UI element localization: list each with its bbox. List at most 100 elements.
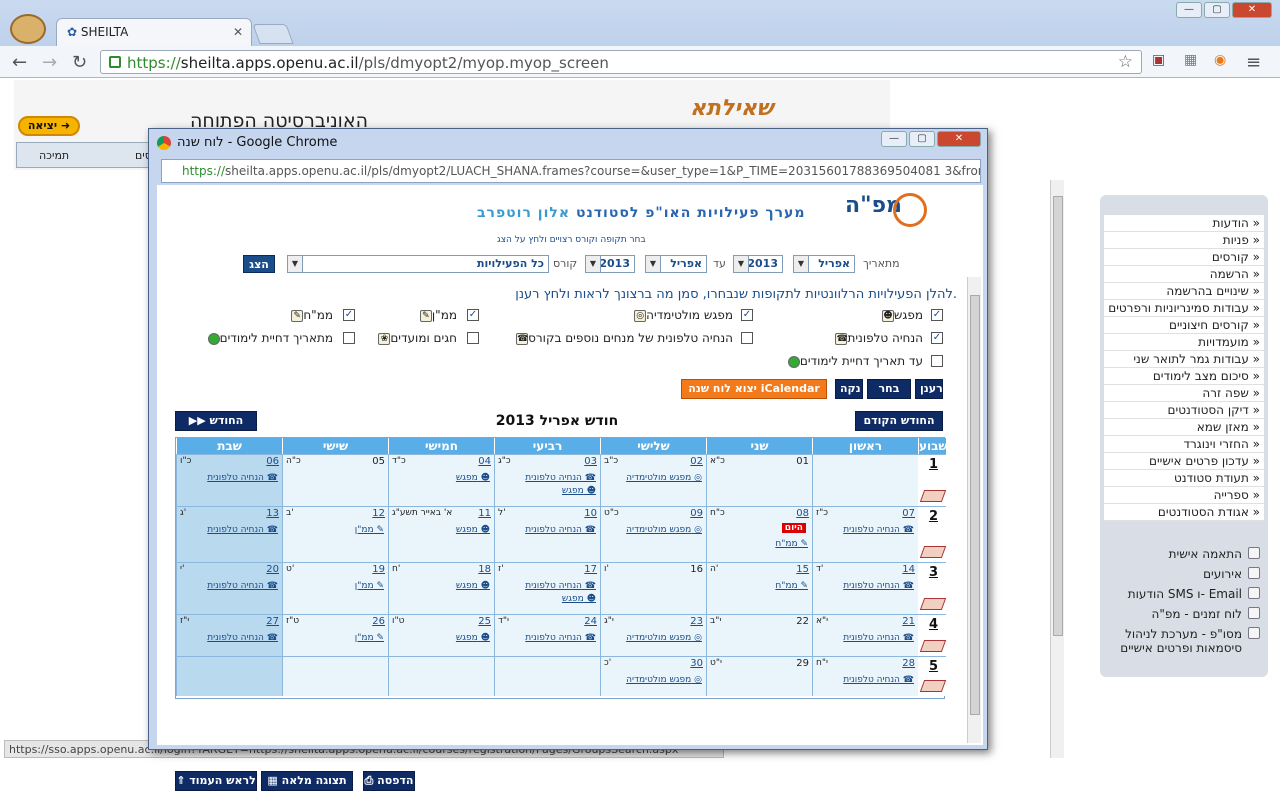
right-menu-section[interactable]: לוח זמנים - מפ"ה	[1104, 607, 1264, 621]
day-number[interactable]: 20	[266, 564, 279, 575]
calendar-event[interactable]: הנחיה טלפונית ☎	[207, 525, 278, 535]
calendar-event[interactable]: הנחיה טלפונית ☎	[525, 633, 596, 643]
calendar-event[interactable]: מפגש מולטימדיה ◎	[626, 633, 702, 643]
calendar-event[interactable]: הנחיה טלפונית ☎	[207, 633, 278, 643]
extension2-icon[interactable]: ▦	[1184, 52, 1197, 68]
maximize-button[interactable]: ▢	[1204, 2, 1230, 18]
calendar-event[interactable]: מפגש ☻	[562, 594, 596, 604]
browser-tab[interactable]: ✿ SHEILTA ✕	[56, 18, 252, 46]
next-month-button[interactable]: ▶▶ החודש הבא	[175, 411, 257, 445]
calendar-event[interactable]: הנחיה טלפונית ☎	[207, 581, 278, 591]
right-menu-item[interactable]: « מאזן שמא	[1104, 419, 1264, 436]
calendar-event[interactable]: ממ"ח ✎	[775, 581, 808, 591]
show-button[interactable]: הצג	[243, 255, 275, 273]
calendar-event[interactable]: ממ"ן ✎	[355, 525, 384, 535]
day-number[interactable]: 30	[690, 658, 703, 669]
mmh-checkbox[interactable]	[343, 309, 355, 321]
week-number[interactable]: 1	[929, 457, 938, 472]
prev-month-button[interactable]: החודש הקודם ◀◀	[855, 411, 943, 445]
week-edit-icon[interactable]	[919, 598, 947, 610]
day-number[interactable]: 04	[478, 456, 491, 467]
week-edit-icon[interactable]	[919, 546, 947, 558]
day-number[interactable]: 07	[902, 508, 915, 519]
day-number[interactable]: 08	[796, 508, 809, 519]
day-number[interactable]: 23	[690, 616, 703, 627]
calendar-event[interactable]: מפגש מולטימדיה ◎	[626, 473, 702, 483]
week-edit-icon[interactable]	[919, 490, 947, 502]
rss-icon[interactable]: ◉	[1214, 52, 1226, 68]
multimedia-checkbox[interactable]	[741, 309, 753, 321]
calendar-event[interactable]: הנחיה טלפונית ☎	[525, 581, 596, 591]
right-menu-section[interactable]: מסו"פ - מערכת לניהול סיסמאות ופרטים אישי…	[1104, 627, 1264, 655]
tab-support[interactable]: תמיכה	[39, 149, 69, 162]
top-of-page-button[interactable]: ⇑ לראש העמוד	[175, 771, 257, 791]
day-number[interactable]: 12	[372, 508, 385, 519]
week-number[interactable]: 4	[929, 617, 938, 632]
exit-button[interactable]: יציאה ➜	[18, 116, 80, 136]
right-menu-item[interactable]: « סיכום מצב לימודים	[1104, 368, 1264, 385]
forward-icon[interactable]: →	[42, 52, 57, 73]
popup-scrollbar[interactable]	[967, 277, 981, 743]
calendar-event[interactable]: מפגש ☻	[562, 486, 596, 496]
week-cell[interactable]: 3	[918, 562, 947, 614]
clear-button[interactable]: נקה	[835, 379, 863, 399]
day-number[interactable]: 24	[584, 616, 597, 627]
day-number[interactable]: 15	[796, 564, 809, 575]
day-number[interactable]: 06	[266, 456, 279, 467]
right-menu-item[interactable]: « מועמדויות	[1104, 334, 1264, 351]
day-number[interactable]: 13	[266, 508, 279, 519]
right-menu-item[interactable]: « פניות	[1104, 232, 1264, 249]
day-number[interactable]: 09	[690, 508, 703, 519]
calendar-event[interactable]: הנחיה טלפונית ☎	[525, 525, 596, 535]
week-cell[interactable]: 4	[918, 614, 947, 656]
right-menu-item[interactable]: « הודעות	[1104, 215, 1264, 232]
day-number[interactable]: 18	[478, 564, 491, 575]
export-icalendar-button[interactable]: יצוא לוח שנה iCalendar	[681, 379, 827, 399]
right-menu-item[interactable]: « דיקן הסטודנטים	[1104, 402, 1264, 419]
mmn-checkbox[interactable]	[467, 309, 479, 321]
day-number[interactable]: 14	[902, 564, 915, 575]
calendar-event[interactable]: הנחיה טלפונית ☎	[843, 581, 914, 591]
tab-close-icon[interactable]: ✕	[233, 25, 243, 39]
right-menu-item[interactable]: « עדכון פרטים אישיים	[1104, 453, 1264, 470]
calendar-event[interactable]: הנחיה טלפונית ☎	[207, 473, 278, 483]
day-number[interactable]: 21	[902, 616, 915, 627]
new-tab-button[interactable]	[252, 24, 294, 44]
page-scrollbar[interactable]	[1050, 180, 1064, 758]
right-menu-item[interactable]: « קורסים חיצוניים	[1104, 317, 1264, 334]
holidays-checkbox[interactable]	[467, 332, 479, 344]
menu-icon[interactable]: ≡	[1246, 52, 1261, 73]
right-menu-item[interactable]: « עבודות סמינריוניות ורפרטים	[1104, 300, 1264, 317]
right-menu-item[interactable]: « אגודת הסטודנטים	[1104, 504, 1264, 521]
day-number[interactable]: 19	[372, 564, 385, 575]
select-all-button[interactable]: בחר הכל	[867, 379, 911, 413]
phone-checkbox[interactable]	[931, 332, 943, 344]
print-button[interactable]: ⎙ הדפסה	[363, 771, 415, 791]
back-icon[interactable]: ←	[12, 52, 27, 73]
calendar-event[interactable]: ממ"ח ✎	[775, 539, 808, 549]
to-year-select[interactable]: ▼ 2013	[585, 255, 635, 273]
to-month-select[interactable]: ▼ אפריל	[645, 255, 707, 273]
user-avatar-icon[interactable]	[10, 14, 46, 44]
right-menu-item[interactable]: « הרשמה	[1104, 266, 1264, 283]
extension-icon[interactable]: ▣	[1152, 52, 1165, 68]
day-number[interactable]: 02	[690, 456, 703, 467]
day-number[interactable]: 10	[584, 508, 597, 519]
phone-extra-checkbox[interactable]	[741, 332, 753, 344]
full-view-button[interactable]: ▦ תצוגה מלאה	[261, 771, 353, 791]
address-bar[interactable]: https://sheilta.apps.openu.ac.il/pls/dmy…	[100, 50, 1142, 74]
calendar-event[interactable]: מפגש ☻	[456, 473, 490, 483]
day-number[interactable]: 28	[902, 658, 915, 669]
calendar-event[interactable]: הנחיה טלפונית ☎	[843, 633, 914, 643]
popup-close-button[interactable]: ✕	[937, 131, 981, 147]
calendar-event[interactable]: מפגש ☻	[456, 633, 490, 643]
week-edit-icon[interactable]	[919, 680, 947, 692]
course-select[interactable]: ▼ כל הפעילויות	[287, 255, 549, 273]
minimize-button[interactable]: —	[1176, 2, 1202, 18]
close-window-button[interactable]: ✕	[1232, 2, 1272, 18]
right-menu-item[interactable]: « שינויים בהרשמה	[1104, 283, 1264, 300]
to-deferral-checkbox[interactable]	[931, 355, 943, 367]
week-cell[interactable]: 5	[918, 656, 947, 696]
calendar-event[interactable]: מפגש ☻	[456, 581, 490, 591]
from-deferral-checkbox[interactable]	[343, 332, 355, 344]
